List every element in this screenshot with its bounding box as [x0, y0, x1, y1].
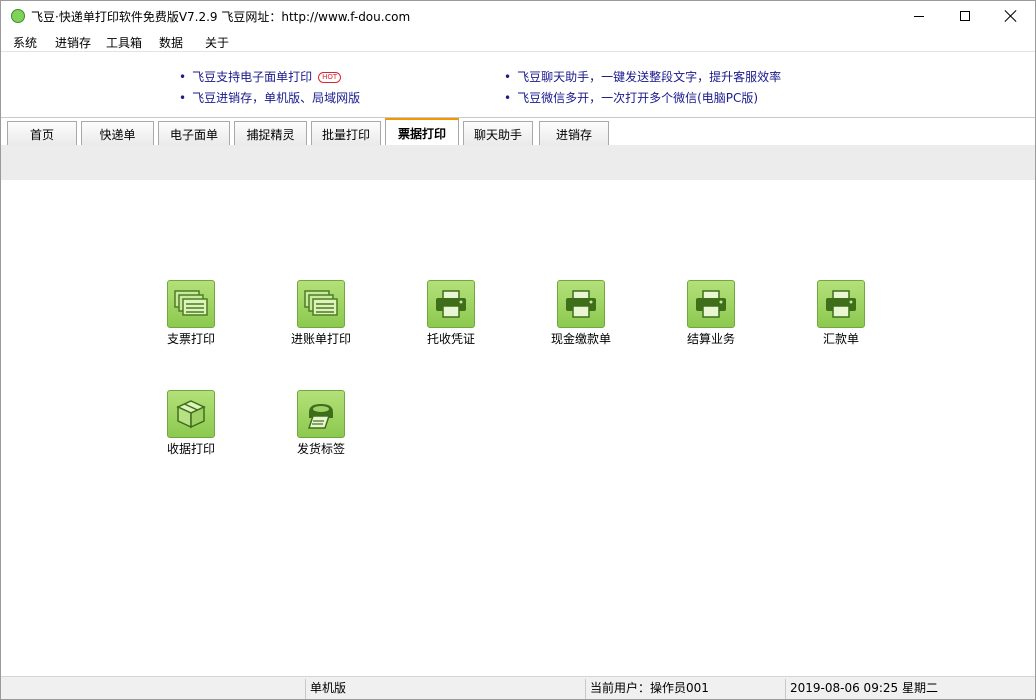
- minimize-icon: [914, 15, 924, 17]
- box-icon: [167, 390, 215, 438]
- minimize-button[interactable]: [896, 1, 942, 31]
- close-icon: [1005, 10, 1017, 22]
- window-title: 飞豆·快递单打印软件免费版V7.2.9 飞豆网址：http://www.f-do…: [31, 10, 411, 24]
- tab-receipt-print[interactable]: 票据打印: [385, 118, 459, 146]
- printer-icon: [687, 280, 735, 328]
- tab-express-waybill[interactable]: 快递单: [81, 121, 154, 146]
- status-mode: 单机版: [305, 679, 585, 699]
- bullet-icon: •: [504, 91, 512, 105]
- tile-deposit-slip-print[interactable]: 进账单打印: [266, 280, 376, 360]
- tab-e-waybill[interactable]: 电子面单: [158, 121, 230, 146]
- tile-receipt-print[interactable]: 收据打印: [136, 390, 246, 470]
- promo-text: 飞豆聊天助手，一键发送整段文字，提升客服效率: [517, 70, 782, 84]
- tile-label: 支票打印: [166, 332, 215, 346]
- tile-label: 进账单打印: [290, 332, 351, 346]
- bullet-icon: •: [504, 70, 512, 84]
- app-logo-icon: [11, 9, 25, 23]
- bullet-icon: •: [179, 70, 187, 84]
- menu-bar: 系统 进销存 工具箱 数据 关于: [1, 31, 1035, 51]
- promo-text: 飞豆支持电子面单打印: [192, 70, 313, 84]
- bullet-icon: •: [179, 91, 187, 105]
- printer-icon: [557, 280, 605, 328]
- menu-about[interactable]: 关于: [205, 34, 229, 51]
- menu-toolbox[interactable]: 工具箱: [106, 34, 142, 51]
- tab-batch-print[interactable]: 批量打印: [311, 121, 381, 146]
- promo-text: 飞豆微信多开，一次打开多个微信(电脑PC版): [517, 91, 759, 105]
- promo-area: • 飞豆支持电子面单打印 HOT • 飞豆进销存，单机版、局域网版 • 飞豆聊天助手，一…: [1, 51, 1035, 117]
- maximize-button[interactable]: [942, 1, 988, 31]
- printer-icon: [817, 280, 865, 328]
- close-button[interactable]: [988, 1, 1034, 31]
- tile-shipping-label[interactable]: 发货标签: [266, 390, 376, 470]
- promo-link-eorder[interactable]: • 飞豆支持电子面单打印 HOT: [179, 68, 342, 85]
- tile-label: 托收凭证: [426, 332, 475, 346]
- tile-remittance[interactable]: 汇款单: [786, 280, 896, 360]
- label-printer-icon: [297, 390, 345, 438]
- tile-label: 收据打印: [166, 442, 215, 456]
- menu-system[interactable]: 系统: [13, 34, 37, 51]
- promo-link-inventory[interactable]: • 飞豆进销存，单机版、局域网版: [179, 89, 360, 106]
- status-current-user: 当前用户：操作员001: [585, 679, 785, 699]
- tile-collection-voucher[interactable]: 托收凭证: [396, 280, 506, 360]
- tile-label: 汇款单: [822, 332, 859, 346]
- tab-home[interactable]: 首页: [7, 121, 77, 146]
- menu-data[interactable]: 数据: [159, 34, 183, 51]
- tab-capture-wizard[interactable]: 捕捉精灵: [234, 121, 307, 146]
- maximize-icon: [960, 11, 970, 21]
- tile-cash-payment-slip[interactable]: 现金缴款单: [526, 280, 636, 360]
- tile-label: 发货标签: [296, 442, 345, 456]
- hot-badge: HOT: [318, 72, 342, 83]
- printer-icon: [427, 280, 475, 328]
- stacked-forms-icon: [167, 280, 215, 328]
- app-window: 飞豆·快递单打印软件免费版V7.2.9 飞豆网址：http://www.f-do…: [0, 0, 1036, 700]
- tile-label: 现金缴款单: [550, 332, 611, 346]
- tab-chat-assistant[interactable]: 聊天助手: [463, 121, 533, 146]
- promo-link-wechat-multi[interactable]: • 飞豆微信多开，一次打开多个微信(电脑PC版): [504, 89, 758, 106]
- promo-text: 飞豆进销存，单机版、局域网版: [192, 91, 361, 105]
- status-datetime: 2019-08-06 09:25 星期二: [785, 679, 1033, 699]
- tab-bar: 首页 快递单 电子面单 捕捉精灵 批量打印 票据打印 聊天助手 进销存: [1, 117, 1035, 146]
- tile-label: 结算业务: [686, 332, 735, 346]
- toolbar-strip: [1, 145, 1035, 180]
- stacked-forms-icon: [297, 280, 345, 328]
- title-bar: 飞豆·快递单打印软件免费版V7.2.9 飞豆网址：http://www.f-do…: [1, 1, 1035, 31]
- tile-cheque-print[interactable]: 支票打印: [136, 280, 246, 360]
- tile-settlement[interactable]: 结算业务: [656, 280, 766, 360]
- tab-inventory[interactable]: 进销存: [539, 121, 609, 146]
- status-bar: 单机版 当前用户：操作员001 2019-08-06 09:25 星期二: [1, 676, 1035, 699]
- promo-link-chat-assistant[interactable]: • 飞豆聊天助手，一键发送整段文字，提升客服效率: [504, 68, 781, 85]
- menu-inventory[interactable]: 进销存: [55, 34, 91, 51]
